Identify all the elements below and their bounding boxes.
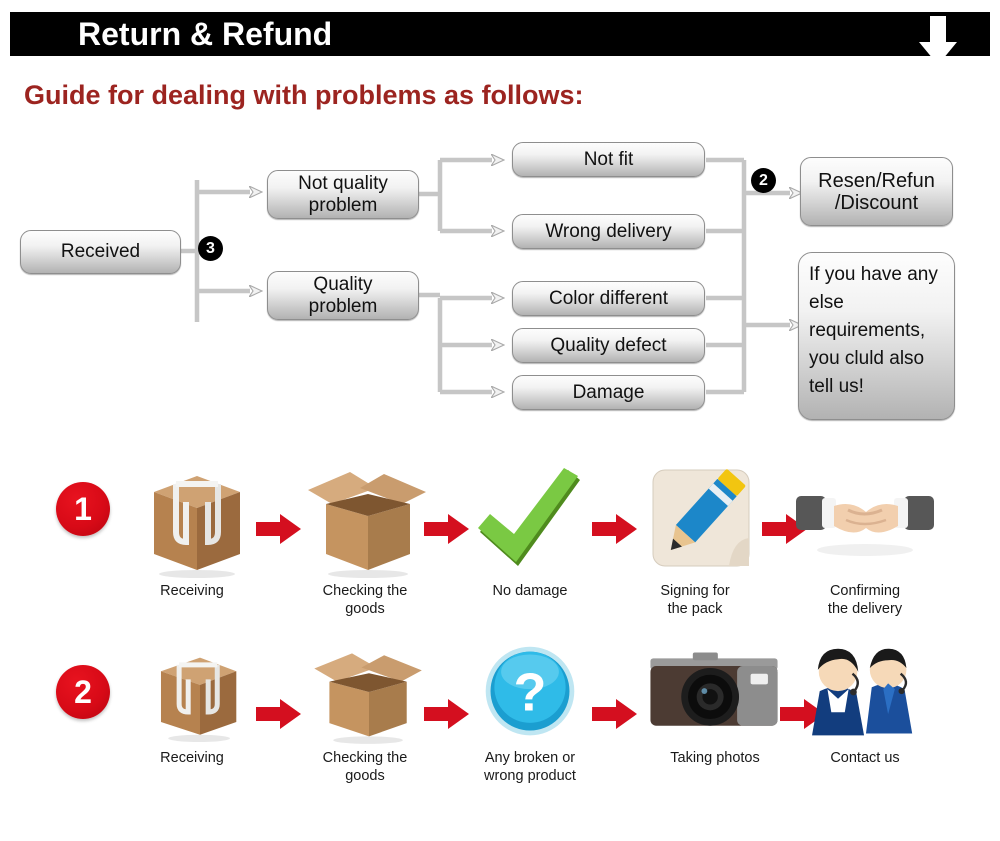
flow-box-quality-problem-line1: Quality — [313, 273, 373, 295]
step-1-1-caption: Receiving — [117, 582, 267, 600]
step-1-2-caption: Checking the goods — [290, 582, 440, 618]
flow-box-not-quality-problem-line1: Not quality — [298, 172, 388, 194]
step-1-5: Confirming the delivery — [790, 458, 940, 618]
return-refund-infographic: Return & Refund Guide for dealing with p… — [0, 0, 1000, 841]
open-box-icon — [290, 458, 440, 578]
flow-box-received[interactable]: Received — [20, 230, 181, 274]
step-2-1-caption: Receiving — [117, 749, 267, 767]
flow-box-resend-refund-discount-line2: /Discount — [834, 191, 919, 214]
flow-box-not-quality-problem[interactable]: Not quality problem — [267, 170, 419, 219]
step-1-4: Signing for the pack — [620, 458, 770, 618]
caption-line-1: Checking the — [322, 583, 408, 599]
step-1-4-caption: Signing for the pack — [620, 582, 770, 618]
caption-line-1: Receiving — [160, 583, 224, 599]
flow-box-resend-refund-discount-line1: Resen/Refun — [818, 169, 935, 192]
flow-box-other-requirements[interactable]: If you have any else requirements, you c… — [798, 252, 955, 420]
caption-line-1: No damage — [492, 583, 568, 599]
step-2-4-caption: Taking photos — [640, 749, 790, 767]
flow-box-damage[interactable]: Damage — [512, 375, 705, 410]
open-box-icon — [290, 641, 440, 745]
step-1-3: No damage — [455, 458, 605, 600]
sealed-box-icon — [117, 458, 267, 578]
step-2-2-caption: Checking the goods — [290, 749, 440, 785]
caption-line-1: Checking the — [322, 750, 408, 766]
flow-box-quality-problem-line2: problem — [308, 295, 378, 317]
handshake-icon — [790, 458, 940, 578]
step-1-3-caption: No damage — [455, 582, 605, 600]
step-2-3: ? Any broken or wrong product — [455, 641, 605, 785]
flow-box-wrong-delivery[interactable]: Wrong delivery — [512, 214, 705, 249]
flow-box-color-different[interactable]: Color different — [512, 281, 705, 316]
sealed-box-icon — [117, 641, 267, 745]
red-arrow-right-icon — [592, 699, 637, 729]
step-2-4: Taking photos — [640, 641, 790, 767]
green-check-icon — [455, 458, 605, 578]
caption-line-2: wrong product — [484, 768, 576, 784]
caption-line-1: Receiving — [160, 750, 224, 766]
flow-box-not-fit-label: Not fit — [583, 148, 634, 170]
caption-line-2: the delivery — [827, 601, 903, 617]
flow-box-quality-problem[interactable]: Quality problem — [267, 271, 419, 320]
step-2-5: Contact us — [790, 641, 940, 767]
step-2-2: Checking the goods — [290, 641, 440, 785]
flow-box-damage-label: Damage — [572, 381, 645, 403]
problem-flowchart: Received 3 Not quality problem Quality p… — [0, 0, 1000, 440]
caption-line-2: goods — [345, 768, 385, 784]
caption-line-2: the pack — [667, 601, 723, 617]
svg-text:?: ? — [514, 662, 547, 722]
flow-box-color-different-label: Color different — [549, 287, 668, 309]
badge-step-3: 3 — [198, 236, 223, 261]
caption-line-1: Confirming — [829, 583, 901, 599]
step-2-3-caption: Any broken or wrong product — [455, 749, 605, 785]
step-number-1: 1 — [56, 482, 110, 536]
process-steps: 1 Receiving Checking the goods No damage… — [0, 440, 1000, 841]
flow-box-resend-refund-discount[interactable]: Resen/Refun /Discount — [800, 157, 953, 226]
step-number-2: 2 — [56, 665, 110, 719]
step-1-2: Checking the goods — [290, 458, 440, 618]
flow-box-wrong-delivery-label: Wrong delivery — [545, 220, 672, 242]
caption-line-1: Any broken or — [484, 750, 576, 766]
step-1-5-caption: Confirming the delivery — [790, 582, 940, 618]
process-row-2: 2 Receiving Checking the goods ? Any bro… — [0, 645, 1000, 840]
pencil-sign-icon — [620, 458, 770, 578]
caption-line-1: Taking photos — [670, 750, 760, 766]
step-1-1: Receiving — [117, 458, 267, 600]
process-row-1: 1 Receiving Checking the goods No damage… — [0, 450, 1000, 645]
flow-box-quality-defect-label: Quality defect — [550, 334, 667, 356]
step-2-5-caption: Contact us — [790, 749, 940, 767]
caption-line-1: Signing for — [660, 583, 730, 599]
flow-box-quality-defect[interactable]: Quality defect — [512, 328, 705, 363]
blue-question-icon: ? — [455, 641, 605, 745]
step-2-1: Receiving — [117, 641, 267, 767]
flow-box-other-requirements-text: If you have any else requirements, you c… — [809, 264, 938, 397]
caption-line-1: Contact us — [830, 750, 900, 766]
support-agents-icon — [790, 641, 940, 745]
caption-line-2: goods — [345, 601, 385, 617]
camera-icon — [640, 641, 790, 745]
badge-step-2: 2 — [751, 168, 776, 193]
flow-box-received-label: Received — [60, 241, 141, 262]
flow-box-not-quality-problem-line2: problem — [308, 194, 378, 216]
flow-box-not-fit[interactable]: Not fit — [512, 142, 705, 177]
